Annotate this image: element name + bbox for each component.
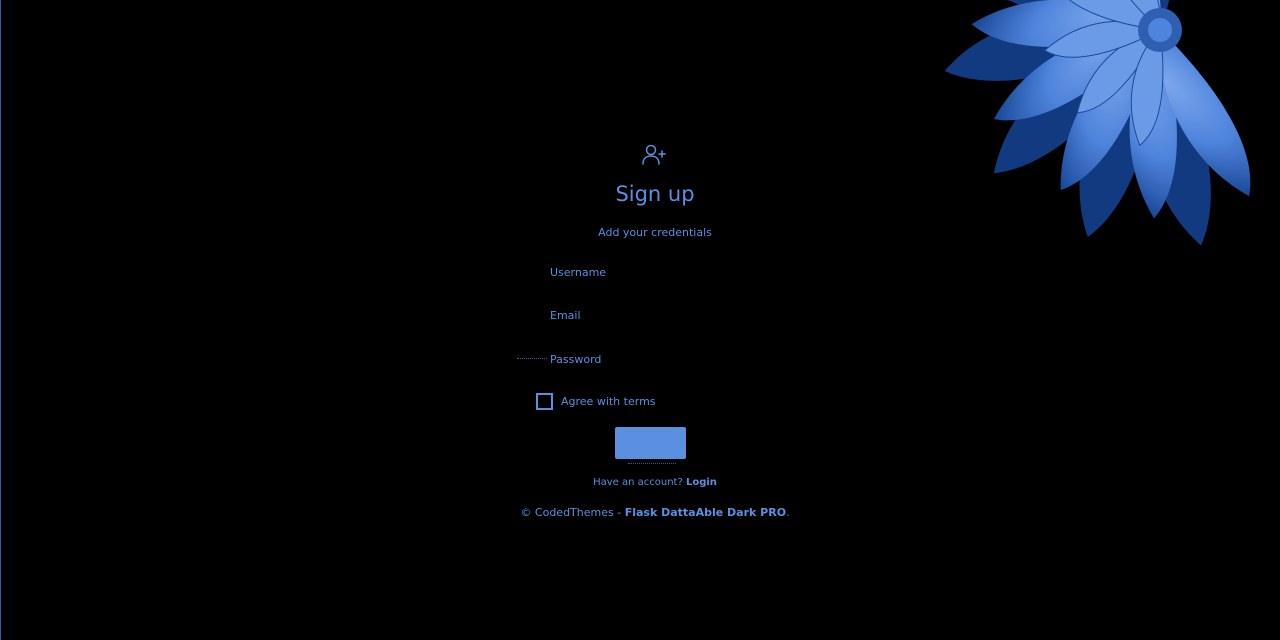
- page-subtitle: Add your credentials: [598, 226, 712, 239]
- agree-terms-label[interactable]: Agree with terms: [561, 395, 656, 408]
- password-input[interactable]: [540, 348, 780, 370]
- footer-copyright: © CodedThemes - Flask DattaAble Dark PRO…: [500, 506, 810, 519]
- have-account-row: Have an account? Login: [500, 477, 810, 488]
- left-edge-line: [0, 0, 1, 640]
- user-plus-icon: [642, 144, 666, 165]
- signup-page: Sign up Add your credentials Agree with …: [0, 0, 1280, 640]
- signup-submit-button[interactable]: [615, 427, 686, 459]
- login-link[interactable]: Login: [686, 477, 717, 488]
- page-title: Sign up: [615, 182, 695, 206]
- signup-card: Sign up Add your credentials Agree with …: [500, 130, 810, 530]
- flower-decoration-image: [944, 0, 1251, 246]
- footer-end: .: [786, 506, 790, 519]
- brand-link[interactable]: Flask DattaAble Dark PRO: [625, 506, 786, 519]
- have-account-text: Have an account?: [593, 477, 683, 488]
- username-input[interactable]: [540, 261, 780, 283]
- button-underline: [628, 463, 676, 464]
- agree-terms-checkbox[interactable]: [536, 393, 553, 410]
- agree-terms-row[interactable]: Agree with terms: [536, 393, 656, 410]
- email-input[interactable]: [540, 304, 780, 326]
- copyright-text: © CodedThemes -: [520, 506, 622, 519]
